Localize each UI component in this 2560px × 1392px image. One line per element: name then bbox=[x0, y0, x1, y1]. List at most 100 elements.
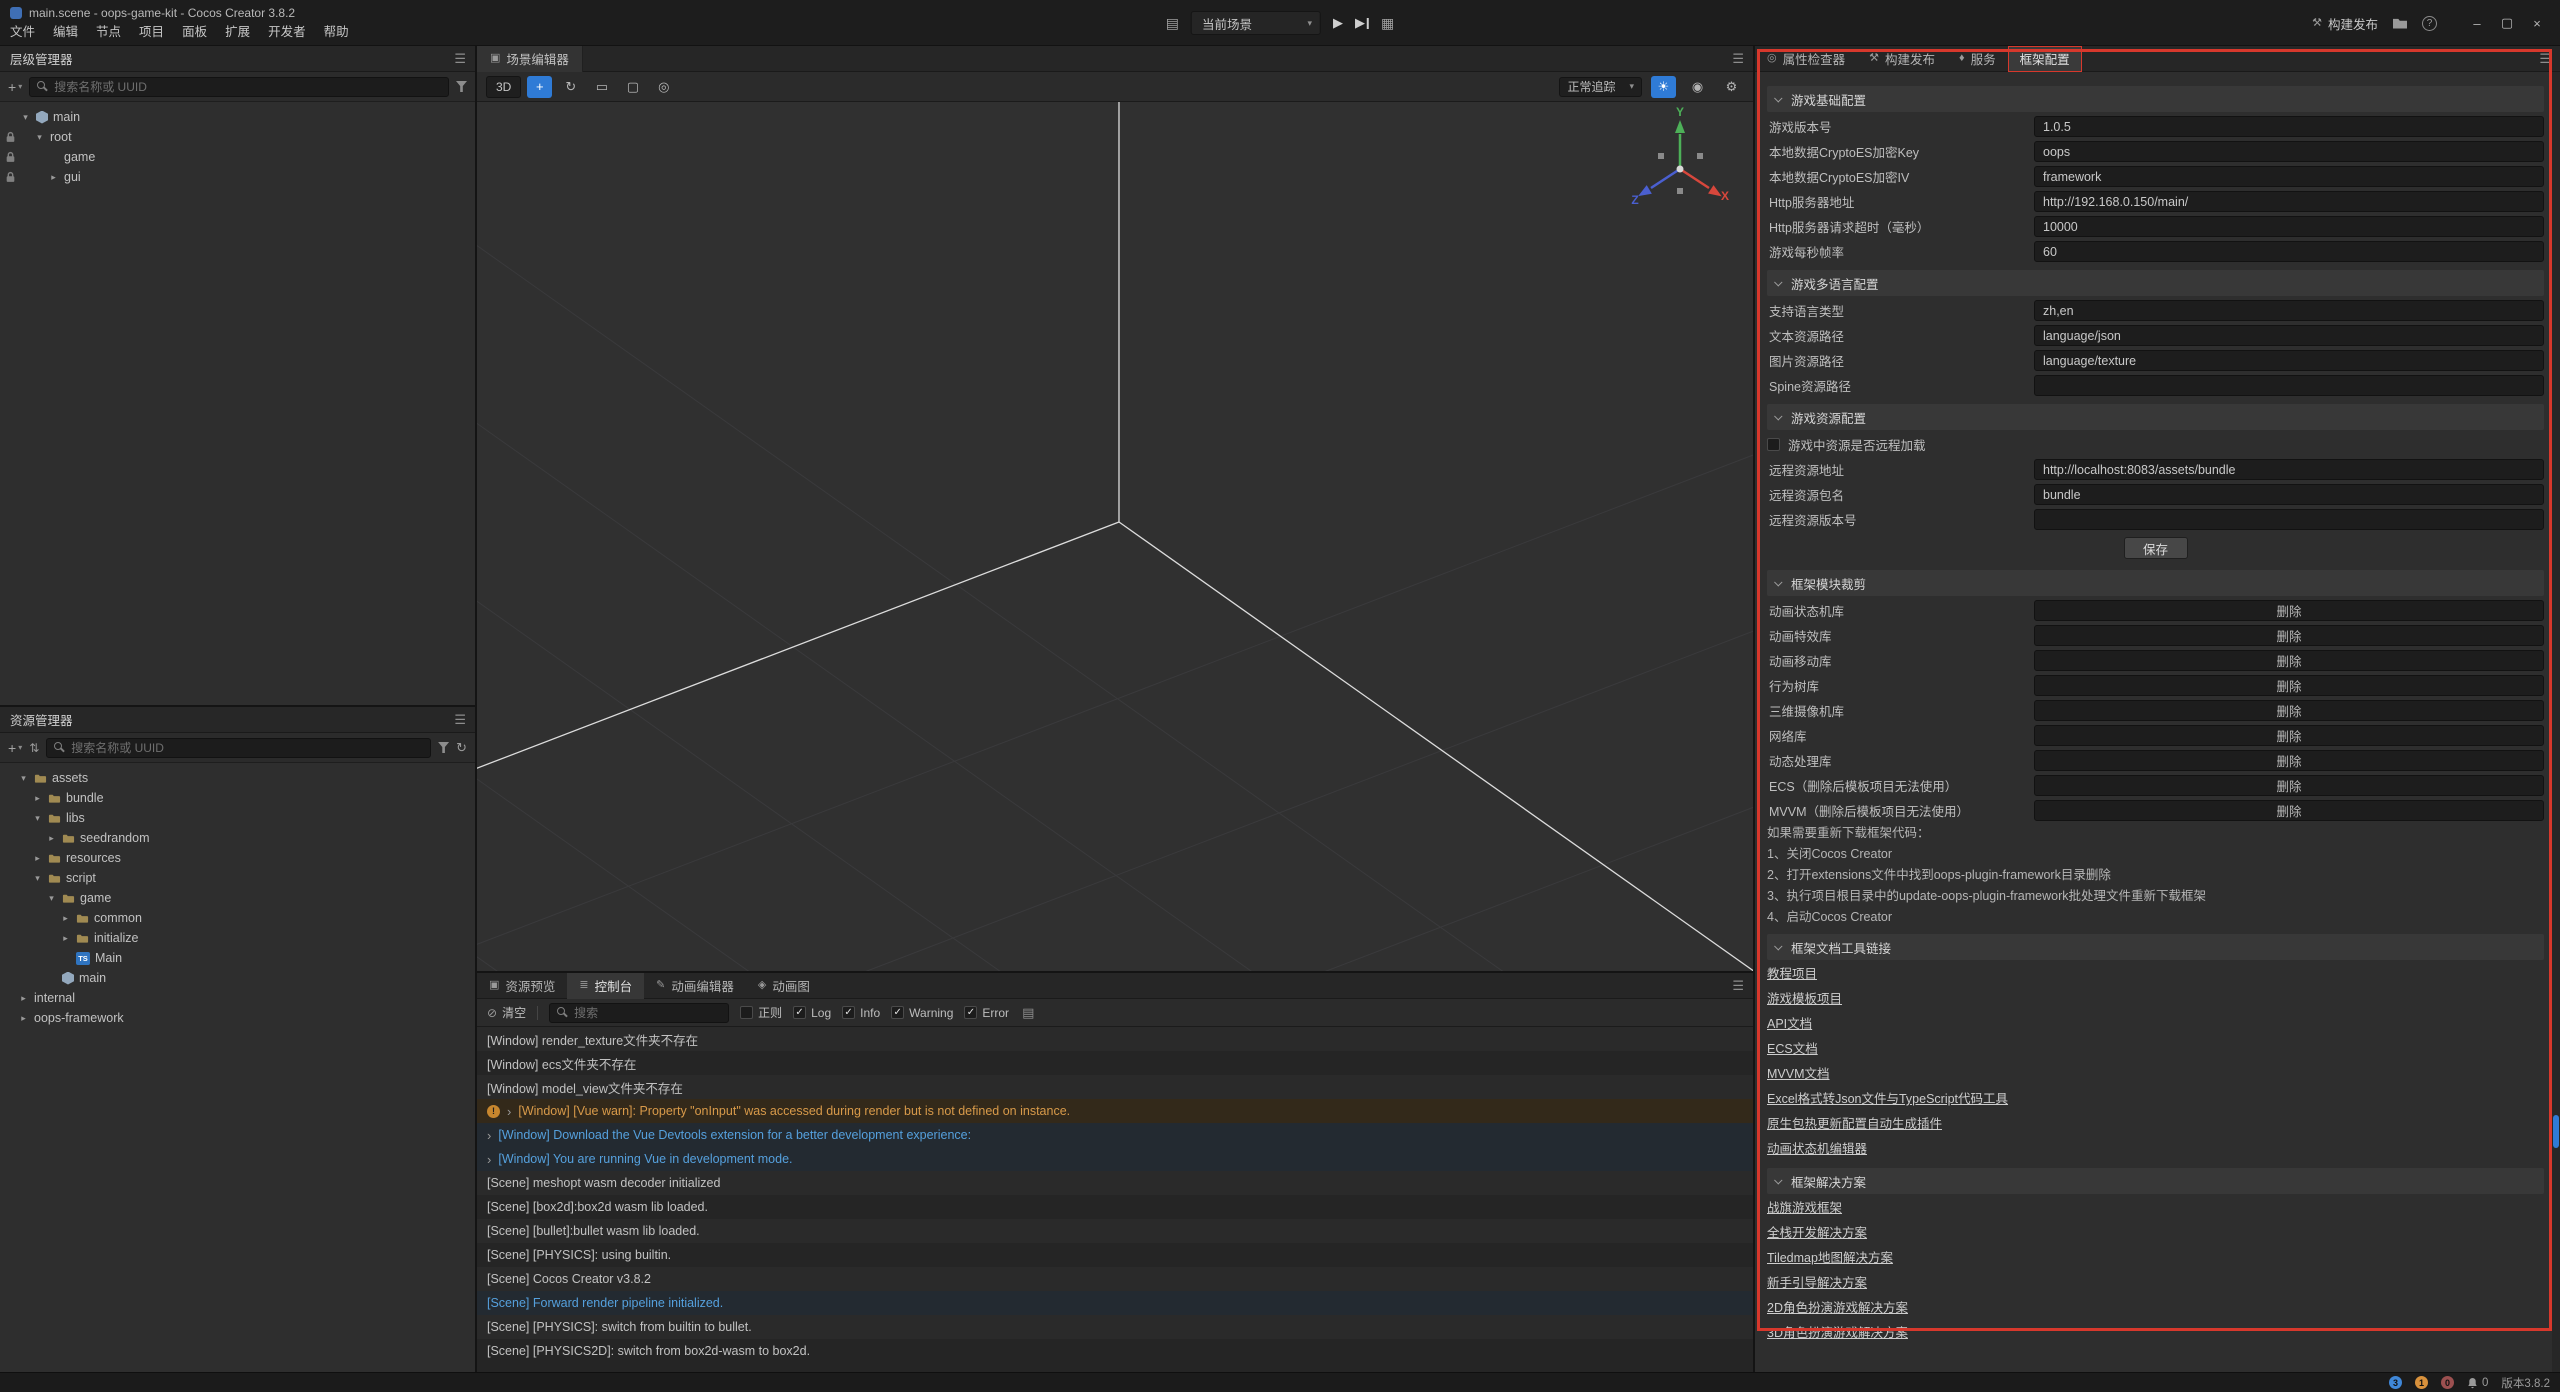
tree-row[interactable]: ▾script bbox=[0, 868, 475, 888]
inspector-menu-icon[interactable]: ☰ bbox=[2539, 52, 2551, 65]
field-input[interactable] bbox=[2034, 141, 2544, 162]
expand-arrow-icon[interactable]: ▸ bbox=[48, 172, 59, 183]
hierarchy-filter-icon[interactable] bbox=[456, 81, 467, 92]
log-expand-arrow-icon[interactable]: › bbox=[487, 1152, 491, 1167]
sort-assets-icon[interactable]: ⇅ bbox=[29, 741, 39, 755]
field-input[interactable] bbox=[2034, 191, 2544, 212]
clear-console-button[interactable]: ⊘ 清空 bbox=[487, 1004, 526, 1021]
field-input[interactable] bbox=[2034, 325, 2544, 346]
tree-row[interactable]: ▾assets bbox=[0, 768, 475, 788]
solution-link[interactable]: 3D角色扮演游戏解决方案 bbox=[1767, 1321, 1908, 1346]
rotate-tool-button[interactable]: ↻ bbox=[558, 76, 583, 98]
delete-module-button[interactable]: 删除 bbox=[2034, 725, 2544, 746]
projection-3d-toggle[interactable]: 3D bbox=[486, 76, 521, 98]
menu-item[interactable]: 文件 bbox=[1, 21, 44, 44]
tree-row[interactable]: main bbox=[0, 968, 475, 988]
collapse-arrow-icon[interactable]: ▾ bbox=[32, 873, 43, 884]
notification-bell[interactable]: 0 bbox=[2467, 1377, 2488, 1389]
scale-tool-button[interactable]: ▭ bbox=[589, 76, 614, 98]
console-log-row[interactable]: [Scene] [bullet]:bullet wasm lib loaded. bbox=[477, 1219, 1753, 1243]
console-log-row[interactable]: [Window] model_view文件夹不存在 bbox=[477, 1075, 1753, 1099]
section-doc-links[interactable]: 框架文档工具链接 bbox=[1767, 934, 2544, 960]
tree-row[interactable]: ▸seedrandom bbox=[0, 828, 475, 848]
help-icon[interactable]: ? bbox=[2422, 16, 2437, 31]
menu-item[interactable]: 项目 bbox=[130, 21, 173, 44]
tree-row[interactable]: ▸bundle bbox=[0, 788, 475, 808]
doc-link[interactable]: API文档 bbox=[1767, 1012, 1812, 1037]
doc-link[interactable]: 教程项目 bbox=[1767, 962, 1817, 987]
preview-device-icon[interactable]: ▤ bbox=[1166, 16, 1179, 30]
filter-checkbox[interactable]: ✓ bbox=[964, 1006, 977, 1019]
add-asset-button[interactable]: +▾ bbox=[8, 740, 22, 756]
filter-checkbox[interactable]: ✓ bbox=[842, 1006, 855, 1019]
field-input[interactable] bbox=[2034, 300, 2544, 321]
delete-module-button[interactable]: 删除 bbox=[2034, 775, 2544, 796]
console-log-row[interactable]: [Scene] [box2d]:box2d wasm lib loaded. bbox=[477, 1195, 1753, 1219]
tree-row[interactable]: ▸oops-framework bbox=[0, 1008, 475, 1028]
section-solutions[interactable]: 框架解决方案 bbox=[1767, 1168, 2544, 1194]
console-log-row[interactable]: [Window] render_texture文件夹不存在 bbox=[477, 1027, 1753, 1051]
inspector-tab[interactable]: ◎属性检查器 bbox=[1755, 46, 1857, 72]
tree-row[interactable]: ▸internal bbox=[0, 988, 475, 1008]
remote-load-checkbox[interactable] bbox=[1767, 438, 1780, 451]
field-input[interactable] bbox=[2034, 484, 2544, 505]
delete-module-button[interactable]: 删除 bbox=[2034, 750, 2544, 771]
step-button[interactable]: ▶ bbox=[1355, 15, 1369, 31]
close-button[interactable]: × bbox=[2522, 10, 2552, 36]
inspector-tab[interactable]: ⚒构建发布 bbox=[1857, 46, 1947, 72]
console-log-row[interactable]: [Scene] Cocos Creator v3.8.2 bbox=[477, 1267, 1753, 1291]
expand-arrow-icon[interactable]: ▸ bbox=[32, 793, 43, 804]
tree-row[interactable]: ▸gui bbox=[0, 167, 475, 187]
doc-link[interactable]: Excel格式转Json文件与TypeScript代码工具 bbox=[1767, 1087, 2008, 1112]
tab-scene-editor[interactable]: ▣ 场景编辑器 bbox=[477, 46, 583, 72]
maximize-button[interactable]: ▢ bbox=[2492, 10, 2522, 36]
console-search-input[interactable] bbox=[549, 1003, 729, 1023]
warning-count[interactable]: 1 bbox=[2415, 1376, 2428, 1389]
console-log-row[interactable]: [Scene] [PHYSICS]: switch from builtin t… bbox=[477, 1315, 1753, 1339]
collapse-arrow-icon[interactable]: ▾ bbox=[34, 132, 45, 143]
log-count[interactable]: 3 bbox=[2389, 1376, 2402, 1389]
section-basic-config[interactable]: 游戏基础配置 bbox=[1767, 86, 2544, 112]
console-log-row[interactable]: [Scene] Forward render pipeline initiali… bbox=[477, 1291, 1753, 1315]
scrollbar-thumb[interactable] bbox=[2553, 1115, 2559, 1148]
solution-link[interactable]: 2D角色扮演游戏解决方案 bbox=[1767, 1296, 1908, 1321]
scene-viewport[interactable]: Y X Z bbox=[477, 102, 1753, 971]
solution-link[interactable]: 战旗游戏框架 bbox=[1767, 1196, 1842, 1221]
collapse-arrow-icon[interactable]: ▾ bbox=[20, 112, 31, 123]
layout-grid-icon[interactable]: ▦ bbox=[1381, 16, 1394, 30]
log-filter-toggle[interactable]: ✓Warning bbox=[891, 1006, 953, 1020]
minimize-button[interactable]: – bbox=[2462, 10, 2492, 36]
field-input[interactable] bbox=[2034, 116, 2544, 137]
log-filter-toggle[interactable]: ✓Error bbox=[964, 1006, 1009, 1020]
scene-menu-icon[interactable]: ☰ bbox=[1732, 52, 1744, 65]
collapse-arrow-icon[interactable]: ▾ bbox=[32, 813, 43, 824]
menu-item[interactable]: 编辑 bbox=[44, 21, 87, 44]
solution-link[interactable]: 全栈开发解决方案 bbox=[1767, 1221, 1867, 1246]
menu-item[interactable]: 扩展 bbox=[216, 21, 259, 44]
save-button[interactable]: 保存 bbox=[2124, 537, 2188, 559]
inspector-tab[interactable]: ♦服务 bbox=[1947, 46, 2008, 72]
tree-row[interactable]: ▾libs bbox=[0, 808, 475, 828]
menu-item[interactable]: 帮助 bbox=[315, 21, 358, 44]
doc-link[interactable]: 原生包热更新配置自动生成插件 bbox=[1767, 1112, 1942, 1137]
orientation-gizmo[interactable]: Y X Z bbox=[1615, 104, 1745, 234]
regex-checkbox[interactable] bbox=[740, 1006, 753, 1019]
build-publish-button[interactable]: ⚒ 构建发布 bbox=[2312, 14, 2378, 33]
field-input[interactable] bbox=[2034, 216, 2544, 237]
assets-search-input[interactable] bbox=[46, 738, 431, 758]
scene-camera-icon[interactable]: ◉ bbox=[1685, 76, 1710, 98]
scene-light-icon[interactable]: ☀ bbox=[1651, 76, 1676, 98]
rect-tool-button[interactable]: ▢ bbox=[620, 76, 645, 98]
expand-arrow-icon[interactable]: ▸ bbox=[60, 913, 71, 924]
filter-checkbox[interactable]: ✓ bbox=[793, 1006, 806, 1019]
section-module-trim[interactable]: 框架模块裁剪 bbox=[1767, 570, 2544, 596]
console-tab[interactable]: ✎动画编辑器 bbox=[644, 973, 746, 999]
open-project-folder-icon[interactable] bbox=[2393, 18, 2407, 29]
inspector-tab[interactable]: 框架配置 bbox=[2008, 46, 2082, 72]
error-count[interactable]: 0 bbox=[2441, 1376, 2454, 1389]
field-input[interactable] bbox=[2034, 509, 2544, 530]
field-input[interactable] bbox=[2034, 375, 2544, 396]
field-input[interactable] bbox=[2034, 166, 2544, 187]
field-input[interactable] bbox=[2034, 459, 2544, 480]
play-button[interactable]: ▶ bbox=[1333, 15, 1343, 31]
